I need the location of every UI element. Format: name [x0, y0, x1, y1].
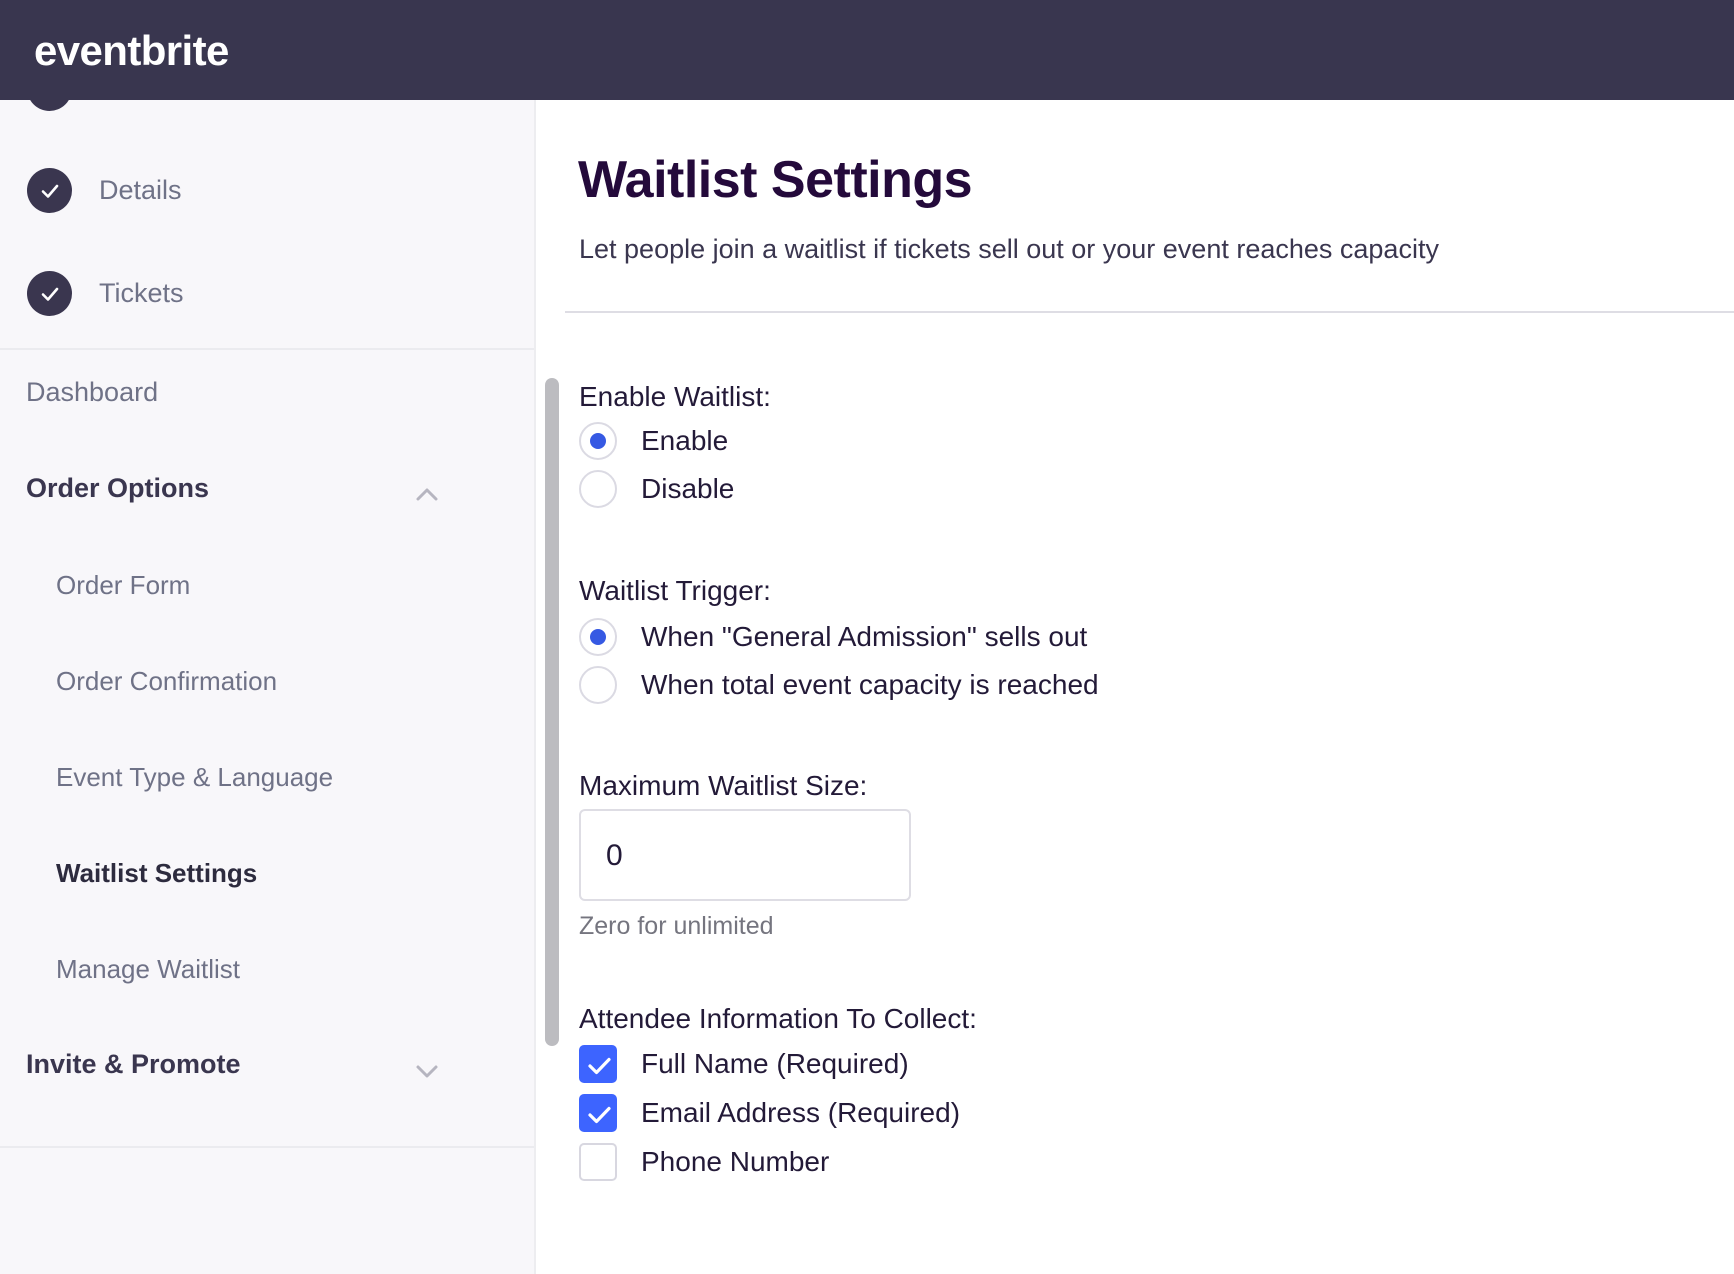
chevron-down-icon[interactable] — [410, 1054, 444, 1088]
chevron-up-icon[interactable] — [410, 478, 444, 512]
sidebar-step-details[interactable]: Details — [99, 168, 182, 213]
attendee-info-label: Attendee Information To Collect: — [579, 1003, 977, 1034]
radio-enable-icon[interactable] — [579, 422, 617, 460]
sidebar-group-order-options[interactable]: Order Options — [26, 473, 209, 504]
main-content: Waitlist Settings Let people join a wait… — [565, 100, 1734, 1274]
page-title: Waitlist Settings — [578, 151, 973, 209]
max-waitlist-size-value: 0 — [606, 839, 623, 872]
enable-waitlist-label: Enable Waitlist: — [579, 381, 771, 412]
sidebar-item-event-type-language[interactable]: Event Type & Language — [56, 762, 333, 793]
sidebar-item-waitlist-settings[interactable]: Waitlist Settings — [56, 858, 257, 889]
radio-enable-label: Enable — [641, 425, 729, 456]
radio-trigger-sells-out-icon[interactable] — [579, 618, 617, 656]
page-subtitle: Let people join a waitlist if tickets se… — [579, 234, 1439, 264]
sidebar-divider-bottom — [0, 1146, 534, 1148]
step-indicator-partial-icon — [27, 100, 72, 111]
checkbox-phone-number-label: Phone Number — [641, 1146, 830, 1177]
step-check-icon-tickets — [27, 271, 72, 316]
sidebar-step-tickets[interactable]: Tickets — [99, 271, 184, 316]
radio-trigger-capacity-label: When total event capacity is reached — [641, 669, 1099, 700]
radio-trigger-capacity-icon[interactable] — [579, 666, 617, 704]
max-waitlist-size-hint: Zero for unlimited — [579, 912, 774, 940]
sidebar-item-order-form[interactable]: Order Form — [56, 570, 190, 601]
app-root: eventbrite Details Tickets Dashboard Ord… — [0, 0, 1734, 1274]
page-header: Waitlist Settings Let people join a wait… — [565, 100, 1734, 342]
step-check-icon-details — [27, 168, 72, 213]
max-waitlist-size-input[interactable]: 0 — [579, 809, 911, 901]
sidebar-divider — [0, 348, 534, 350]
checkbox-full-name-icon[interactable] — [579, 1045, 617, 1083]
checkbox-phone-number-icon[interactable] — [579, 1143, 617, 1181]
sidebar-nav: Details Tickets Dashboard Order Options … — [0, 100, 536, 1274]
radio-trigger-sells-out-label: When "General Admission" sells out — [641, 621, 1088, 652]
eventbrite-logo[interactable]: eventbrite — [34, 29, 229, 73]
header-divider — [565, 311, 1734, 313]
checkbox-email-address-label: Email Address (Required) — [641, 1097, 961, 1128]
sidebar-item-manage-waitlist[interactable]: Manage Waitlist — [56, 954, 240, 985]
sidebar-item-order-confirmation[interactable]: Order Confirmation — [56, 666, 277, 697]
checkbox-full-name-label: Full Name (Required) — [641, 1048, 909, 1079]
checkbox-email-address-icon[interactable] — [579, 1094, 617, 1132]
radio-disable-icon[interactable] — [579, 470, 617, 508]
sidebar-scrollbar-thumb[interactable] — [545, 378, 559, 1046]
sidebar-item-dashboard[interactable]: Dashboard — [26, 377, 158, 408]
max-waitlist-size-label: Maximum Waitlist Size: — [579, 770, 868, 801]
waitlist-trigger-label: Waitlist Trigger: — [579, 575, 771, 606]
sidebar-group-invite-promote[interactable]: Invite & Promote — [26, 1049, 241, 1080]
radio-disable-label: Disable — [641, 473, 735, 504]
top-header-bar: eventbrite — [0, 0, 1734, 100]
